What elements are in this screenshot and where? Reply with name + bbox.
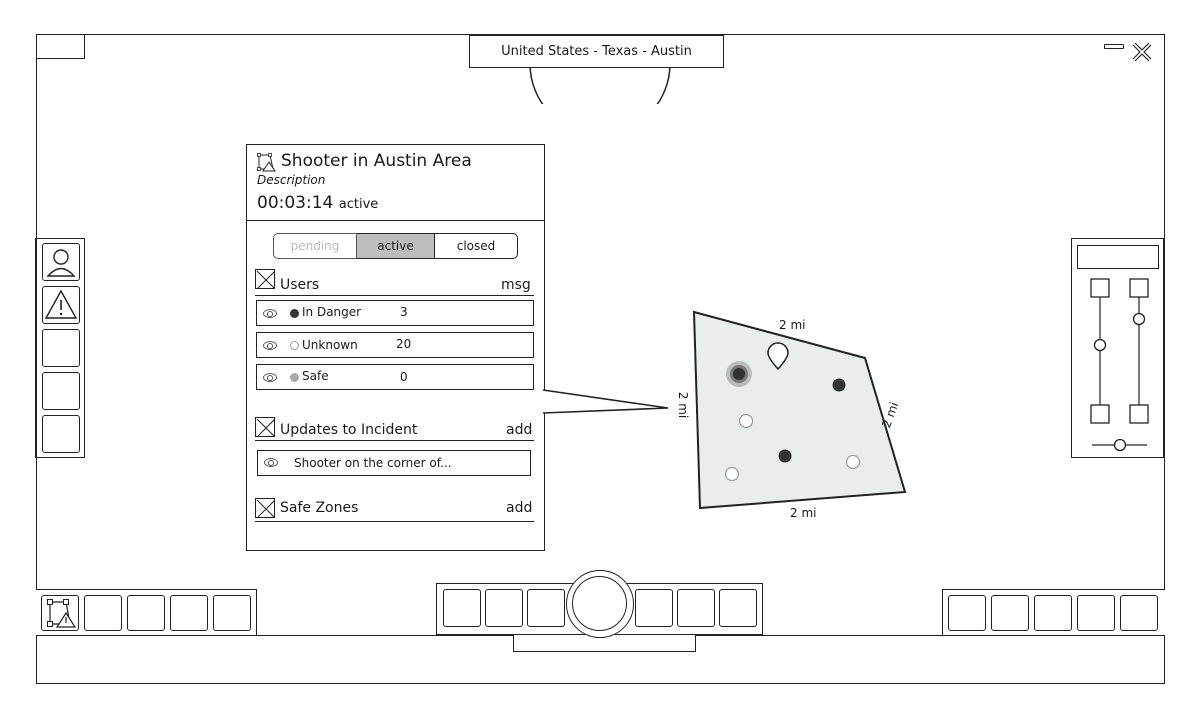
edge-label-bottom: 2 mi [790, 506, 817, 520]
danger-user-marker [832, 378, 846, 392]
incident-zone-polygon [692, 310, 907, 510]
edge-label-left: 2 mi [676, 391, 691, 419]
highlighted-user-marker [733, 368, 745, 380]
unknown-user-marker [738, 413, 754, 429]
map-layer [541, 310, 907, 510]
edge-label-top: 2 mi [779, 318, 806, 332]
unknown-user-marker [845, 454, 861, 470]
unknown-user-marker [724, 466, 740, 482]
callout-pointer [542, 389, 669, 414]
danger-user-marker [778, 449, 792, 463]
